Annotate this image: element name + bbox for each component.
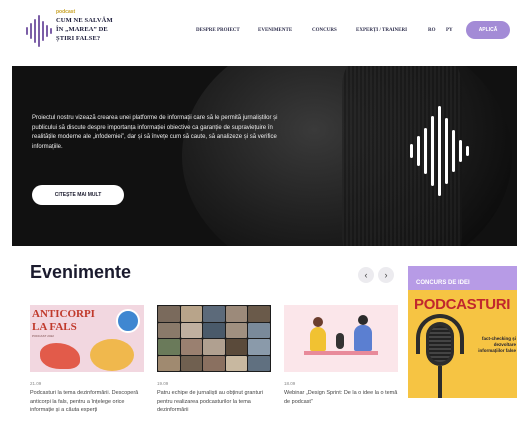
carousel-prev-button[interactable]: ‹: [358, 267, 374, 283]
site-logo[interactable]: podcast CUM NE SALVĂM ÎN „MAREA” DE ȘTIR…: [26, 9, 138, 53]
event-description[interactable]: Webinar „Design Sprint: De la o idee la …: [284, 389, 398, 406]
promo-subtitle: fact-checking și dezvoltare informațiilo…: [478, 336, 516, 353]
site-header: podcast CUM NE SALVĂM ÎN „MAREA” DE ȘTIR…: [0, 0, 517, 62]
microphone-stand: [438, 366, 442, 398]
lang-ru[interactable]: PY: [446, 28, 453, 33]
hero-banner: Proiectul nostru vizează crearea unei pl…: [12, 66, 517, 246]
image-caption: PODCAST 2022: [32, 334, 54, 338]
soundwave-logo-icon: [26, 13, 52, 49]
illustration-person-head: [313, 317, 323, 327]
promo-label: CONCURS DE IDEI: [416, 280, 470, 286]
image-title-line-1: ANTICORPI: [32, 308, 95, 320]
nav-concurs[interactable]: CONCURS: [312, 28, 337, 33]
event-date: 18.09: [284, 381, 296, 386]
logo-tagline: podcast: [56, 9, 76, 15]
image-title-line-2: LA FALS: [32, 321, 77, 333]
event-description[interactable]: Patru echipe de jurnaliști au obținut gr…: [157, 389, 271, 415]
carousel-next-button[interactable]: ›: [378, 267, 394, 283]
soundwave-icon: [410, 106, 474, 196]
event-description[interactable]: Podcasturi la tema dezinformării. Descop…: [30, 389, 144, 415]
logo-line-2: ÎN „MAREA” DE: [56, 26, 108, 33]
events-heading: Evenimente: [30, 262, 132, 282]
read-more-button[interactable]: CITEȘTE MAI MULT: [32, 185, 124, 205]
event-card-1[interactable]: ANTICORPI LA FALS PODCAST 2022 21.09 Pod…: [30, 305, 144, 415]
nav-evenimente[interactable]: EVENIMENTE: [258, 28, 292, 33]
event-card-2[interactable]: 19.09 Patru echipe de jurnaliști au obți…: [157, 305, 271, 415]
promo-title: PODCASTURI: [414, 296, 511, 313]
nav-experti-traineri[interactable]: EXPERȚI / TRAINERI: [356, 28, 407, 33]
event-date: 21.09: [30, 381, 42, 386]
illustration-shape: [40, 343, 80, 369]
apply-button[interactable]: APLICĂ: [466, 21, 510, 39]
illustration-person: [310, 327, 326, 351]
event-card-image[interactable]: ANTICORPI LA FALS PODCAST 2022: [30, 305, 144, 372]
logo-line-3: ȘTIRI FALSE?: [56, 35, 101, 42]
event-card-image[interactable]: [157, 305, 271, 372]
contest-promo-banner[interactable]: CONCURS DE IDEI PODCASTURI fact-checking…: [408, 266, 517, 398]
event-date: 19.09: [157, 381, 169, 386]
illustration-person: [354, 325, 372, 351]
illustration-desk: [304, 351, 378, 355]
microphone-grill: [429, 326, 451, 362]
event-card-image[interactable]: [284, 305, 398, 372]
microphone-icon: [336, 333, 344, 349]
logo-line-1: CUM NE SALVĂM: [56, 17, 113, 24]
illustration-person-head: [358, 315, 368, 325]
lang-ro[interactable]: RO: [428, 28, 436, 33]
hero-description: Proiectul nostru vizează crearea unei pl…: [32, 115, 278, 150]
event-card-3[interactable]: 18.09 Webinar „Design Sprint: De la o id…: [284, 305, 398, 406]
badge-icon: [116, 309, 140, 333]
illustration-shape: [90, 339, 134, 371]
promo-header-strip: [408, 266, 517, 290]
nav-despre-proiect[interactable]: DESPRE PROIECT: [196, 28, 240, 33]
